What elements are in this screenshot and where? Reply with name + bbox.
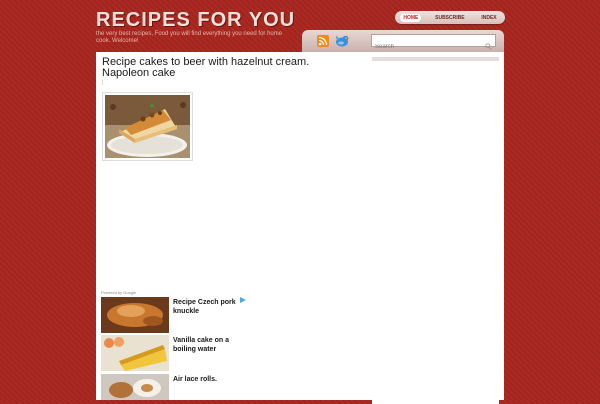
post-meta: | bbox=[102, 80, 104, 86]
related-title-lace-rolls[interactable]: Air lace rolls. bbox=[173, 375, 253, 384]
post-title[interactable]: Recipe cakes to beer with hazelnut cream… bbox=[102, 57, 357, 79]
rss-icon[interactable] bbox=[317, 35, 329, 47]
nav-home[interactable]: HOME bbox=[400, 13, 422, 22]
twitter-bird-icon[interactable] bbox=[334, 34, 350, 48]
site-tagline: the very best recipes, Food you will fin… bbox=[96, 31, 283, 44]
related-title-pork-knuckle[interactable]: Recipe Czech pork knuckle bbox=[173, 298, 253, 316]
search-input[interactable] bbox=[372, 41, 485, 53]
sidebar bbox=[372, 57, 499, 404]
site-title[interactable]: RECIPES FOR YOU bbox=[96, 9, 295, 32]
related-thumb-pork-knuckle[interactable] bbox=[101, 297, 169, 333]
top-navigation: HOME SUBSCRIBE INDEX bbox=[395, 11, 505, 24]
related-thumb-vanilla-cake[interactable] bbox=[101, 335, 169, 371]
related-title-vanilla-cake[interactable]: Vanilla cake on a boiling water bbox=[173, 336, 253, 354]
related-thumb-lace-rolls[interactable] bbox=[101, 374, 169, 400]
powered-by-google: Powered by Google bbox=[101, 290, 137, 295]
search-box bbox=[371, 34, 496, 53]
nav-subscribe[interactable]: SUBSCRIBE bbox=[432, 14, 467, 22]
post-image-napoleon-cake[interactable] bbox=[102, 92, 193, 161]
adchoices-icon[interactable] bbox=[240, 290, 246, 303]
magnifier-icon[interactable] bbox=[485, 37, 492, 50]
nav-index[interactable]: INDEX bbox=[478, 14, 499, 22]
